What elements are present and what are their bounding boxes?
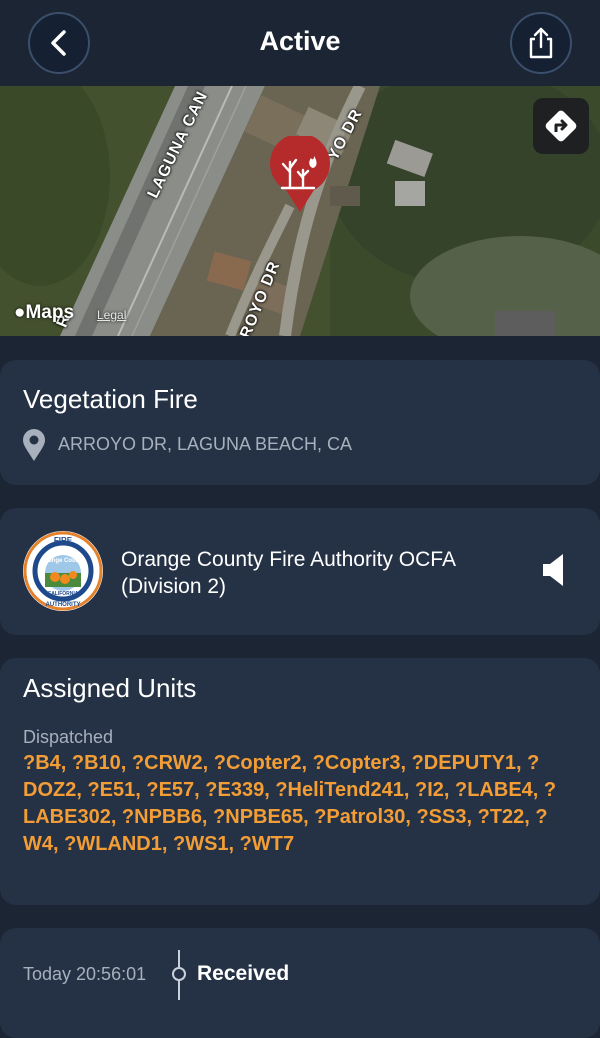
top-bar: Active bbox=[0, 0, 600, 86]
timeline-status: Received bbox=[197, 962, 290, 985]
incident-map[interactable]: LAGUNA CAN YO DR ROYO DR R ●Maps Legal bbox=[0, 86, 600, 336]
agency-logo-county-text: Orange County bbox=[41, 558, 85, 564]
incident-pin[interactable] bbox=[268, 133, 332, 219]
agency-logo: FIRE Orange County CALIFORNIA AUTHORITY bbox=[21, 529, 105, 613]
incident-address: ARROYO DR, LAGUNA BEACH, CA bbox=[58, 434, 353, 454]
vegetation-fire-pin-icon bbox=[270, 133, 330, 212]
timeline-dot-icon bbox=[172, 967, 186, 981]
speaker-icon bbox=[543, 554, 563, 586]
agency-logo-fire-text: FIRE bbox=[54, 536, 73, 545]
incident-card bbox=[0, 360, 600, 485]
directions-button[interactable] bbox=[533, 98, 589, 154]
agency-logo-authority-text: AUTHORITY bbox=[46, 602, 81, 608]
timeline-time: Today 20:56:01 bbox=[23, 964, 147, 984]
agency-name: Orange County Fire Authority OCFA (Divis… bbox=[121, 548, 455, 598]
assigned-units-heading: Assigned Units bbox=[23, 673, 197, 703]
incident-type: Vegetation Fire bbox=[23, 384, 198, 414]
units-list: ?B4, ?B10, ?CRW2, ?Copter2, ?Copter3, ?D… bbox=[23, 752, 557, 855]
speaker-button[interactable] bbox=[540, 552, 566, 593]
directions-arrow-icon bbox=[545, 110, 577, 142]
legal-link[interactable]: Legal bbox=[97, 308, 126, 322]
share-icon bbox=[529, 27, 553, 59]
location-pin-icon bbox=[22, 428, 46, 467]
agency-logo-state-text: CALIFORNIA bbox=[48, 591, 79, 597]
units-status-label: Dispatched bbox=[23, 727, 114, 747]
share-button[interactable] bbox=[510, 12, 572, 74]
maps-attribution: ●Maps bbox=[14, 302, 75, 323]
apple-logo-icon: ● bbox=[14, 302, 26, 323]
